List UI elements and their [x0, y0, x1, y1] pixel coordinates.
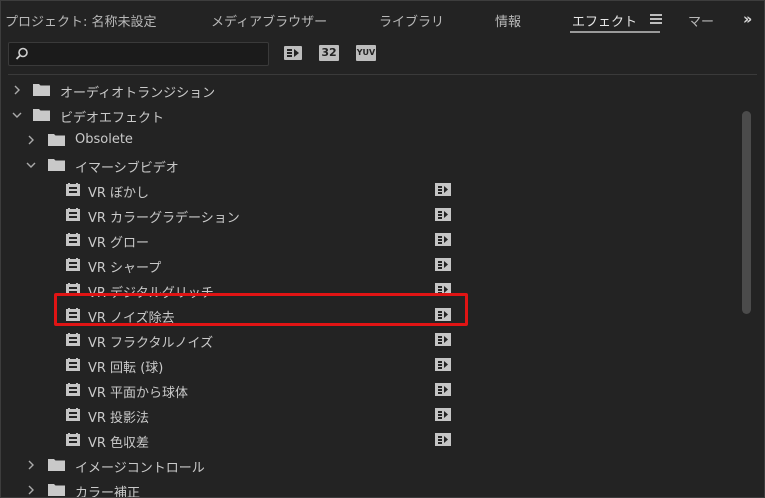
- effect-icon: [66, 358, 80, 371]
- effect-icon: [66, 383, 80, 396]
- tab-media-browser[interactable]: メディアブラウザー: [211, 11, 327, 30]
- folder-icon: [33, 84, 50, 96]
- effect-icon: [66, 408, 80, 421]
- tree-item-label: VR 回転 (球): [88, 361, 164, 376]
- folder-icon: [48, 484, 65, 496]
- accelerated-badge-icon: [435, 333, 451, 346]
- effects-tree: オーディオトランジション ビデオエフェクト Obsolete イマーシブビデオ …: [8, 74, 757, 498]
- effect-row[interactable]: VR グロー: [8, 227, 743, 252]
- tree-item-label: VR シャープ: [88, 261, 162, 276]
- 32bit-label: 32: [321, 46, 337, 59]
- effect-row[interactable]: VR カラーグラデーション: [8, 202, 743, 227]
- tab-project[interactable]: プロジェクト: 名称未設定: [5, 11, 157, 30]
- accelerated-badge-icon: [435, 183, 451, 196]
- folder-icon: [48, 134, 65, 146]
- tree-row-audio-transitions[interactable]: オーディオトランジション: [8, 77, 743, 102]
- folder-icon: [48, 159, 65, 171]
- effect-icon: [66, 258, 80, 271]
- chevron-right-icon[interactable]: [26, 135, 36, 145]
- tab-effects[interactable]: エフェクト: [572, 11, 637, 30]
- chevron-down-icon[interactable]: [26, 160, 36, 170]
- effect-icon: [66, 333, 80, 346]
- tree-item-label: VR カラーグラデーション: [88, 211, 240, 226]
- tree-item-label: イマーシブビデオ: [75, 161, 179, 176]
- effect-row[interactable]: VR シャープ: [8, 252, 743, 277]
- tree-item-label: VR 色収差: [88, 436, 150, 451]
- chevron-right-icon[interactable]: [12, 85, 22, 95]
- yuv-label: YUV: [356, 48, 376, 57]
- effect-icon: [66, 208, 80, 221]
- search-icon: [15, 47, 28, 60]
- tree-row-obsolete[interactable]: Obsolete: [8, 127, 743, 152]
- accelerated-badge-icon: [435, 208, 451, 221]
- accelerated-badge-icon: [435, 358, 451, 371]
- effect-row[interactable]: VR 色収差: [8, 427, 743, 452]
- folder-icon: [48, 459, 65, 471]
- tab-overflow-icon[interactable]: ››: [743, 10, 753, 28]
- tree-item-label: ビデオエフェクト: [60, 111, 165, 126]
- accelerated-badge-icon: [435, 408, 451, 421]
- 32bit-effects-button[interactable]: 32: [319, 45, 339, 61]
- yuv-effects-button[interactable]: YUV: [356, 45, 376, 61]
- tree-item-label: VR ぼかし: [88, 186, 150, 201]
- panel-tab-bar: プロジェクト: 名称未設定 メディアブラウザー ライブラリ 情報 エフェクト マ…: [1, 1, 764, 37]
- vertical-scrollbar-thumb[interactable]: [742, 111, 751, 314]
- accelerated-badge-icon: [435, 258, 451, 271]
- effect-icon: [66, 233, 80, 246]
- panel-menu-icon[interactable]: [650, 14, 662, 24]
- effects-panel: プロジェクト: 名称未設定 メディアブラウザー ライブラリ 情報 エフェクト マ…: [0, 0, 765, 498]
- tree-item-label: VR グロー: [88, 236, 150, 251]
- accelerated-badge-icon: [435, 433, 451, 446]
- tree-item-label: VR 投影法: [88, 411, 150, 426]
- tree-row-image-control[interactable]: イメージコントロール: [8, 452, 743, 477]
- chevron-down-icon[interactable]: [12, 110, 22, 120]
- tree-row-video-effects[interactable]: ビデオエフェクト: [8, 102, 743, 127]
- tree-row-immersive-video[interactable]: イマーシブビデオ: [8, 152, 743, 177]
- tab-markers[interactable]: マー: [688, 11, 714, 30]
- chevron-right-icon[interactable]: [26, 485, 36, 495]
- effect-row[interactable]: VR 平面から球体: [8, 377, 743, 402]
- tree-item-label: カラー補正: [75, 486, 141, 498]
- accelerated-effects-icon[interactable]: [283, 45, 303, 61]
- effect-icon: [66, 433, 80, 446]
- folder-icon: [33, 109, 50, 121]
- chevron-right-icon[interactable]: [26, 460, 36, 470]
- effect-row[interactable]: VR 投影法: [8, 402, 743, 427]
- active-tab-indicator: [570, 31, 660, 33]
- search-input[interactable]: [31, 44, 265, 64]
- effect-row[interactable]: VR 回転 (球): [8, 352, 743, 377]
- effect-icon: [66, 183, 80, 196]
- search-field[interactable]: [8, 42, 269, 66]
- tree-item-label: VR 平面から球体: [88, 386, 189, 401]
- tree-item-label: イメージコントロール: [75, 461, 205, 476]
- tab-libraries[interactable]: ライブラリ: [379, 11, 444, 30]
- tab-info[interactable]: 情報: [495, 11, 521, 30]
- tree-item-label: VR フラクタルノイズ: [88, 336, 214, 351]
- accelerated-badge-icon: [435, 233, 451, 246]
- tree-row-color-correction[interactable]: カラー補正: [8, 477, 743, 498]
- tree-item-label: Obsolete: [75, 132, 133, 147]
- tree-item-label: オーディオトランジション: [60, 86, 216, 101]
- effect-row[interactable]: VR フラクタルノイズ: [8, 327, 743, 352]
- effect-row[interactable]: VR ぼかし: [8, 177, 743, 202]
- accelerated-badge-icon: [435, 383, 451, 396]
- highlight-box: [54, 293, 468, 326]
